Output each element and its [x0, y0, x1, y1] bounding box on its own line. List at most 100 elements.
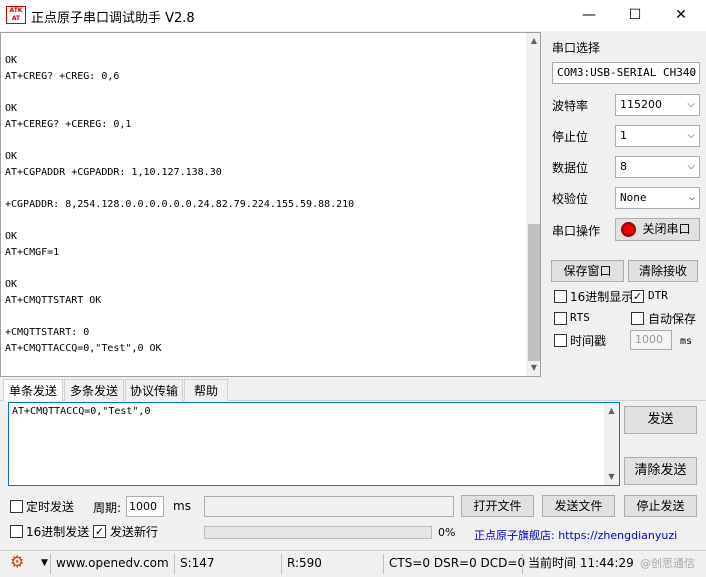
terminal-line: AT+CGPADDR +CGPADDR: 1,10.127.138.30: [5, 167, 222, 178]
terminal-line: AT+CMGF=1: [5, 247, 60, 258]
stopbit-value: 1: [620, 129, 627, 142]
tab-protocol[interactable]: 协议传输: [125, 379, 183, 401]
timestamp-label: 时间戳: [570, 334, 607, 348]
status-separator: [522, 554, 523, 574]
timestamp-input[interactable]: 1000: [630, 330, 672, 350]
dtr-label: DTR: [648, 289, 668, 302]
rts-label: RTS: [570, 311, 590, 324]
status-separator: [50, 554, 51, 574]
terminal-lines: OK AT+CREG? +CREG: 0,6 OK AT+CEREG? +CEREG:…: [5, 53, 525, 357]
baud-value: 115200: [620, 98, 662, 111]
chevron-down-icon: ⌵: [687, 99, 695, 110]
terminal-line: +CMQTTSTART: 0: [5, 327, 90, 338]
status-separator: [174, 554, 175, 574]
chevron-down-icon[interactable]: ▼: [41, 555, 48, 572]
stopbit-select[interactable]: 1 ⌵: [615, 125, 700, 147]
terminal-line: AT+CREG? +CREG: 0,6: [5, 71, 120, 82]
hex-send-checkbox[interactable]: [10, 525, 23, 538]
chevron-down-icon: ⌵: [687, 161, 695, 172]
status-separator: [281, 554, 282, 574]
gear-icon[interactable]: ⚙: [10, 553, 24, 570]
save-window-button[interactable]: 保存窗口: [551, 260, 624, 282]
rts-checkbox[interactable]: [554, 312, 567, 325]
port-select[interactable]: COM3:USB-SERIAL CH340 ⌵: [552, 62, 700, 84]
progress-percent: 0%: [438, 526, 456, 539]
title-bar: ATK AT 正点原子串口调试助手 V2.8 — ☐ ✕: [0, 0, 706, 31]
timed-send-label: 定时发送: [26, 500, 75, 514]
send-textarea[interactable]: AT+CMQTTACCQ=0,"Test",0 ▲ ▼: [8, 402, 620, 486]
clear-receive-button[interactable]: 清除接收: [628, 260, 698, 282]
send-progress-bar: [204, 526, 432, 539]
close-button[interactable]: ✕: [658, 0, 704, 31]
terminal-line: +CGPADDR: 8,254.128.0.0.0.0.0.0.24.82.79…: [5, 199, 355, 210]
timestamp-unit: ms: [680, 336, 693, 347]
port-value: COM3:USB-SERIAL CH340: [557, 66, 697, 79]
maximize-button[interactable]: ☐: [612, 0, 658, 31]
auto-save-checkbox[interactable]: [631, 312, 644, 325]
send-newline-label: 发送新行: [110, 525, 159, 539]
baud-label: 波特率: [552, 99, 589, 113]
port-label: 串口选择: [552, 41, 601, 55]
clear-send-button[interactable]: 清除发送: [624, 457, 697, 485]
promo-text: 正点原子旗舰店: https://zhengdianyuzi: [474, 529, 678, 542]
terminal-line: OK: [5, 55, 18, 66]
app-logo-icon: ATK AT: [6, 6, 26, 24]
close-port-label: 关闭串口: [642, 222, 691, 236]
terminal-line: OK: [5, 231, 18, 242]
status-separator: [383, 554, 384, 574]
op-label: 串口操作: [552, 224, 601, 238]
scroll-down-arrow-icon[interactable]: ▼: [604, 469, 619, 485]
scroll-up-arrow-icon[interactable]: ▲: [526, 33, 540, 49]
vertical-scrollbar[interactable]: ▲ ▼: [526, 33, 540, 376]
chevron-down-icon: ⌵: [688, 192, 695, 203]
scroll-thumb[interactable]: [528, 224, 540, 361]
baud-select[interactable]: 115200 ⌵: [615, 94, 700, 116]
website-link[interactable]: www.openedv.com: [56, 555, 169, 572]
minimize-button[interactable]: —: [566, 0, 612, 31]
tab-single-send[interactable]: 单条发送: [3, 379, 63, 401]
record-icon: [621, 222, 636, 237]
hex-display-label: 16进制显示: [570, 290, 634, 304]
timestamp-checkbox[interactable]: [554, 334, 567, 347]
file-path-input[interactable]: [204, 496, 454, 517]
terminal-line: AT+CEREG? +CEREG: 0,1: [5, 119, 132, 130]
send-text: AT+CMQTTACCQ=0,"Test",0: [12, 406, 151, 417]
stop-send-button[interactable]: 停止发送: [624, 495, 697, 517]
chevron-down-icon: ⌵: [688, 67, 695, 78]
tab-multi-send[interactable]: 多条发送: [64, 379, 124, 401]
timed-send-checkbox[interactable]: [10, 500, 23, 513]
terminal-line: OK: [5, 279, 18, 290]
send-button[interactable]: 发送: [624, 406, 697, 434]
send-scrollbar[interactable]: ▲ ▼: [604, 403, 619, 485]
promo-link[interactable]: 正点原子旗舰店: https://zhengdianyuzi: [474, 527, 696, 543]
period-input[interactable]: 1000: [126, 496, 164, 517]
scroll-up-arrow-icon[interactable]: ▲: [604, 403, 619, 419]
watermark: @创思通信: [640, 557, 695, 570]
terminal-line: AT+CMQTTSTART OK: [5, 295, 102, 306]
tab-help[interactable]: 帮助: [184, 379, 228, 401]
period-label: 周期:: [93, 501, 122, 515]
terminal-line: OK: [5, 151, 18, 162]
close-port-button[interactable]: 关闭串口: [615, 218, 700, 241]
databit-select[interactable]: 8 ⌵: [615, 156, 700, 178]
receive-terminal[interactable]: OK AT+CREG? +CREG: 0,6 OK AT+CEREG? +CEREG:…: [0, 32, 541, 377]
open-file-button[interactable]: 打开文件: [461, 495, 534, 517]
send-newline-checkbox[interactable]: ✓: [93, 525, 106, 538]
databit-label: 数据位: [552, 161, 589, 175]
send-file-button[interactable]: 发送文件: [542, 495, 615, 517]
sent-count: S:147: [180, 556, 215, 570]
parity-select[interactable]: None ⌵: [615, 187, 700, 209]
line-status: CTS=0 DSR=0 DCD=0: [389, 556, 526, 570]
hex-send-label: 16进制发送: [26, 525, 90, 539]
received-count: R:590: [287, 556, 322, 570]
scroll-down-arrow-icon[interactable]: ▼: [526, 360, 540, 376]
window-title: 正点原子串口调试助手 V2.8: [31, 11, 195, 26]
dtr-checkbox[interactable]: ✓: [631, 290, 644, 303]
period-unit: ms: [173, 499, 191, 513]
hex-display-checkbox[interactable]: [554, 290, 567, 303]
terminal-line: OK: [5, 103, 18, 114]
